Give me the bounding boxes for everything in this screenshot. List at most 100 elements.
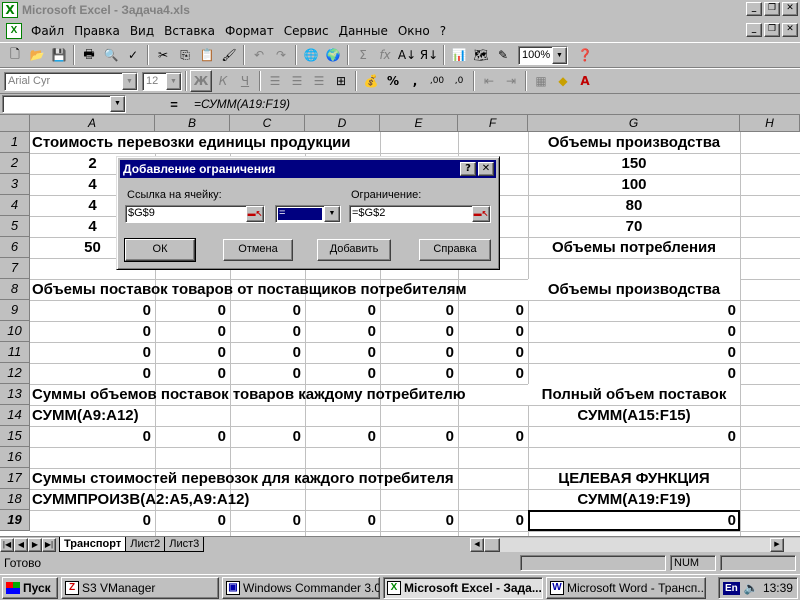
taskbar-item-excel[interactable]: X Microsoft Excel - Зада... — [383, 576, 543, 599]
align-right-icon[interactable]: ☰ — [308, 70, 330, 92]
cancel-button[interactable]: Отмена — [223, 239, 293, 261]
select-all-corner[interactable] — [0, 115, 30, 132]
copy-icon[interactable]: ⎘ — [174, 44, 196, 66]
minimize-button[interactable]: _ — [746, 2, 762, 16]
cell-c12[interactable]: 0 — [230, 363, 305, 384]
dialog-title-bar[interactable]: Добавление ограничения ? ✕ — [120, 160, 496, 178]
column-header-h[interactable]: H — [740, 115, 800, 132]
align-center-icon[interactable]: ☰ — [286, 70, 308, 92]
close-button[interactable]: ✕ — [782, 2, 798, 16]
column-header-d[interactable]: D — [305, 115, 380, 132]
cell-c10[interactable]: 0 — [230, 321, 305, 342]
cell-d11[interactable]: 0 — [305, 342, 380, 363]
chart-wizard-icon[interactable]: 📊 — [448, 44, 470, 66]
name-box[interactable]: ▼ — [2, 95, 126, 113]
sort-descending-icon[interactable]: Я↓ — [418, 44, 440, 66]
cell-g15[interactable]: 0 — [528, 426, 740, 447]
font-name-select[interactable]: Arial Cyr ▼ — [4, 71, 138, 91]
cell-b12[interactable]: 0 — [155, 363, 230, 384]
menu-help[interactable]: ? — [435, 24, 451, 38]
hyperlink-icon[interactable]: 🌐 — [300, 44, 322, 66]
row-header[interactable]: 12 — [0, 363, 30, 384]
restore-button[interactable]: ❐ — [764, 2, 780, 16]
doc-restore-button[interactable]: ❐ — [764, 23, 780, 37]
first-sheet-icon[interactable]: |◀ — [0, 537, 14, 552]
scroll-left-icon[interactable]: ◀ — [470, 538, 484, 552]
chevron-down-icon[interactable]: ▼ — [552, 46, 567, 64]
speaker-icon[interactable]: 🔈 — [744, 581, 759, 595]
cell-b19[interactable]: 0 — [155, 510, 230, 531]
cell-d9[interactable]: 0 — [305, 300, 380, 321]
menu-data[interactable]: Данные — [334, 24, 393, 38]
row-header[interactable]: 9 — [0, 300, 30, 321]
sort-ascending-icon[interactable]: A↓ — [396, 44, 418, 66]
taskbar-item-wincmd[interactable]: ▣ Windows Commander 3.0... — [222, 576, 380, 599]
cell-g4[interactable]: 80 — [528, 195, 740, 216]
column-header-a[interactable]: A — [30, 115, 155, 132]
cell-g11[interactable]: 0 — [528, 342, 740, 363]
scroll-thumb[interactable] — [484, 538, 500, 552]
currency-icon[interactable]: 💰 — [360, 70, 382, 92]
undo-icon[interactable]: ↶ — [248, 44, 270, 66]
chevron-down-icon[interactable]: ▼ — [166, 72, 181, 90]
fill-color-icon[interactable]: ◆ — [552, 70, 574, 92]
menu-insert[interactable]: Вставка — [159, 24, 220, 38]
menu-edit[interactable]: Правка — [69, 24, 125, 38]
cell-b15[interactable]: 0 — [155, 426, 230, 447]
font-size-select[interactable]: 12 ▼ — [142, 71, 182, 91]
column-header-c[interactable]: C — [230, 115, 305, 132]
row-header[interactable]: 2 — [0, 153, 30, 174]
row-header[interactable]: 14 — [0, 405, 30, 426]
horizontal-scrollbar[interactable]: ◀ ▶ — [470, 538, 800, 552]
row-header[interactable]: 7 — [0, 258, 30, 279]
cell-a19[interactable]: 0 — [30, 510, 155, 531]
menu-tools[interactable]: Сервис — [279, 24, 334, 38]
cell-g6[interactable]: Объемы потребления — [528, 237, 740, 258]
cell-e11[interactable]: 0 — [380, 342, 458, 363]
operator-select[interactable]: = ▼ — [275, 205, 341, 223]
cell-f11[interactable]: 0 — [458, 342, 528, 363]
increase-indent-icon[interactable]: ⇥ — [500, 70, 522, 92]
dialog-help-button[interactable]: ? — [460, 162, 476, 176]
autosum-icon[interactable]: Σ — [352, 44, 374, 66]
last-sheet-icon[interactable]: ▶| — [42, 537, 56, 552]
borders-icon[interactable]: ▦ — [530, 70, 552, 92]
cell-g12[interactable]: 0 — [528, 363, 740, 384]
doc-close-button[interactable]: ✕ — [782, 23, 798, 37]
cell-e19[interactable]: 0 — [380, 510, 458, 531]
cell-e10[interactable]: 0 — [380, 321, 458, 342]
underline-button[interactable]: Ч — [234, 70, 256, 92]
italic-button[interactable]: К — [212, 70, 234, 92]
tab-sheet3[interactable]: Лист3 — [164, 537, 205, 552]
menu-file[interactable]: Файл — [26, 24, 69, 38]
cell-g14[interactable]: СУММ(A15:F15) — [528, 405, 740, 426]
row-header[interactable]: 6 — [0, 237, 30, 258]
new-icon[interactable]: 🗋 — [4, 44, 26, 66]
row-header[interactable]: 8 — [0, 279, 30, 300]
cell-e12[interactable]: 0 — [380, 363, 458, 384]
decrease-indent-icon[interactable]: ⇤ — [478, 70, 500, 92]
cell-g9[interactable]: 0 — [528, 300, 740, 321]
drawing-icon[interactable]: ✎ — [492, 44, 514, 66]
cell-c11[interactable]: 0 — [230, 342, 305, 363]
cell-g2[interactable]: 150 — [528, 153, 740, 174]
cell-g10[interactable]: 0 — [528, 321, 740, 342]
cell-ref-input[interactable]: $G$9 ▬↖ — [125, 205, 265, 223]
ok-button[interactable]: ОК — [124, 238, 196, 262]
spelling-icon[interactable]: ✓ — [122, 44, 144, 66]
cell-b11[interactable]: 0 — [155, 342, 230, 363]
align-left-icon[interactable]: ☰ — [264, 70, 286, 92]
chevron-down-icon[interactable]: ▼ — [324, 206, 340, 222]
doc-minimize-button[interactable]: _ — [746, 23, 762, 37]
cell-a10[interactable]: 0 — [30, 321, 155, 342]
constraint-input[interactable]: =$G$2 ▬↖ — [349, 205, 491, 223]
row-header[interactable]: 1 — [0, 132, 30, 153]
excel-app-icon[interactable]: X — [2, 2, 18, 18]
cell-f19[interactable]: 0 — [458, 510, 528, 531]
cell-d10[interactable]: 0 — [305, 321, 380, 342]
row-header[interactable]: 4 — [0, 195, 30, 216]
cell-a15[interactable]: 0 — [30, 426, 155, 447]
collapse-dialog-icon[interactable]: ▬↖ — [472, 206, 490, 222]
font-color-icon[interactable]: A — [574, 70, 596, 92]
add-button[interactable]: Добавить — [317, 239, 391, 261]
